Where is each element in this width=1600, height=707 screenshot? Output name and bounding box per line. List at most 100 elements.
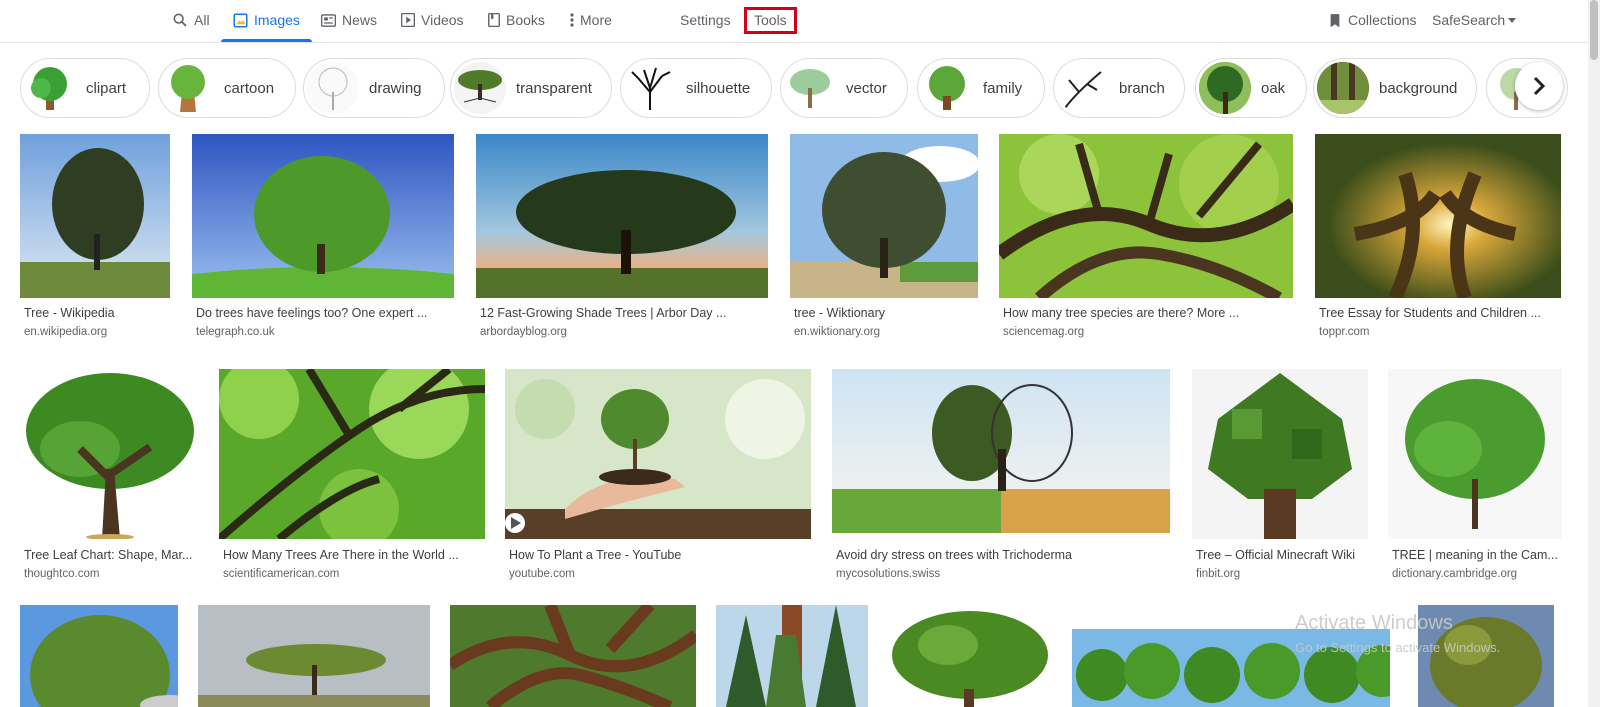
tools-link[interactable]: Tools [744, 0, 797, 40]
chip-label: oak [1261, 79, 1286, 97]
chip-oak[interactable]: oak [1195, 58, 1307, 118]
scrollbar-thumb[interactable] [1590, 0, 1598, 60]
activate-windows-subtitle: Go to Settings to activate Windows. [1295, 640, 1501, 655]
result-source: toppr.com [1319, 326, 1370, 338]
result-source: dictionary.cambridge.org [1392, 568, 1518, 580]
image-result[interactable] [198, 605, 430, 707]
chip-vector[interactable]: vector [780, 58, 908, 118]
result-source: mycosolutions.swiss [836, 568, 941, 580]
news-icon [321, 13, 336, 27]
result-thumbnail [450, 605, 696, 707]
chip-thumbnail [307, 62, 359, 114]
image-result[interactable] [888, 605, 1052, 707]
search-icon [173, 13, 187, 27]
collections-link[interactable]: Collections [1328, 0, 1416, 40]
result-thumbnail [832, 369, 1170, 533]
image-result[interactable]: How To Plant a Tree - YouTube youtube.co… [505, 369, 811, 583]
result-title: Tree - Wikipedia [24, 306, 115, 320]
safesearch-dropdown[interactable]: SafeSearch [1432, 0, 1517, 40]
chip-label: family [983, 79, 1023, 97]
result-thumbnail [888, 605, 1052, 707]
image-result[interactable]: 12 Fast-Growing Shade Trees | Arbor Day … [476, 134, 768, 344]
result-title: How To Plant a Tree - YouTube [509, 548, 682, 562]
chip-thumbnail [1317, 62, 1369, 114]
safesearch-label: SafeSearch [1432, 12, 1506, 28]
play-icon [401, 13, 415, 27]
chevron-right-icon [1533, 76, 1546, 96]
chip-thumbnail [454, 62, 506, 114]
result-thumbnail [790, 134, 978, 298]
chip-silhouette[interactable]: silhouette [620, 58, 772, 118]
tab-all[interactable]: All [172, 0, 210, 40]
result-title: Tree Leaf Chart: Shape, Mar... [24, 548, 193, 562]
tab-news[interactable]: News [321, 0, 377, 40]
tab-books-label: Books [506, 12, 545, 28]
result-source: finbit.org [1196, 568, 1241, 580]
chip-thumbnail [784, 62, 836, 114]
book-icon [488, 13, 500, 27]
chip-drawing[interactable]: drawing [303, 58, 445, 118]
result-title: TREE | meaning in the Cam... [1392, 548, 1558, 562]
result-source: sciencemag.org [1003, 326, 1085, 338]
settings-link[interactable]: Settings [680, 0, 731, 40]
result-thumbnail [20, 134, 170, 298]
image-result[interactable] [20, 605, 178, 707]
chip-branch[interactable]: branch [1053, 58, 1185, 118]
result-thumbnail [1192, 369, 1368, 539]
result-source: en.wikipedia.org [24, 326, 108, 338]
tab-news-label: News [342, 12, 378, 28]
result-source: telegraph.co.uk [196, 326, 275, 338]
tab-videos-label: Videos [421, 12, 464, 28]
chip-clipart[interactable]: clipart [20, 58, 150, 118]
active-tab-indicator [221, 39, 312, 42]
image-result[interactable]: Tree - Wikipedia en.wikipedia.org [20, 134, 170, 344]
result-thumbnail [198, 605, 430, 707]
image-result[interactable]: Do trees have feelings too? One expert .… [192, 134, 454, 344]
chip-transparent[interactable]: transparent [450, 58, 612, 118]
chip-thumbnail [162, 62, 214, 114]
caret-down-icon [1508, 17, 1517, 23]
tab-more-label: More [580, 12, 612, 28]
chips-next-button[interactable] [1515, 62, 1563, 110]
result-source: en.wiktionary.org [794, 326, 881, 338]
tab-more[interactable]: More [570, 0, 612, 40]
chip-cartoon[interactable]: cartoon [158, 58, 296, 118]
result-title: Avoid dry stress on trees with Trichoder… [836, 548, 1072, 562]
result-title: Tree Essay for Students and Children ... [1319, 306, 1541, 320]
chip-family[interactable]: family [917, 58, 1045, 118]
tab-books[interactable]: Books [488, 0, 545, 40]
result-thumbnail [716, 605, 868, 707]
image-result[interactable]: Tree Essay for Students and Children ...… [1315, 134, 1561, 344]
image-result[interactable]: TREE | meaning in the Cam... dictionary.… [1388, 369, 1562, 583]
result-title: tree - Wiktionary [794, 306, 885, 320]
result-thumbnail [999, 134, 1293, 298]
image-result[interactable]: How Many Trees Are There in the World ..… [219, 369, 485, 583]
related-searches-chips: clipart cartoon drawing transparent silh… [20, 58, 1580, 120]
chip-background[interactable]: background [1313, 58, 1477, 118]
tab-videos[interactable]: Videos [401, 0, 464, 40]
image-result[interactable]: tree - Wiktionary en.wiktionary.org [790, 134, 978, 344]
result-thumbnail [20, 605, 178, 707]
result-thumbnail [1388, 369, 1562, 539]
result-source: scientificamerican.com [223, 568, 340, 580]
image-result[interactable]: How many tree species are there? More ..… [999, 134, 1293, 344]
result-thumbnail [219, 369, 485, 539]
chip-label: drawing [369, 79, 422, 97]
collections-label: Collections [1348, 12, 1417, 28]
scrollbar-track[interactable] [1588, 0, 1600, 707]
result-title: Tree – Official Minecraft Wiki [1196, 548, 1356, 562]
chip-label: vector [846, 79, 887, 97]
tab-images[interactable]: Images [221, 0, 312, 42]
image-result[interactable] [716, 605, 868, 707]
image-result[interactable]: Tree Leaf Chart: Shape, Mar... thoughtco… [20, 369, 198, 583]
result-thumbnail [505, 369, 811, 539]
result-title: How many tree species are there? More ..… [1003, 306, 1240, 320]
result-source: thoughtco.com [24, 568, 100, 580]
tools-label: Tools [744, 6, 797, 34]
chip-label: transparent [516, 79, 592, 97]
image-result[interactable]: Avoid dry stress on trees with Trichoder… [832, 369, 1170, 583]
more-vert-icon [570, 13, 574, 27]
result-source: youtube.com [509, 568, 575, 580]
image-result[interactable] [450, 605, 696, 707]
image-result[interactable]: Tree – Official Minecraft Wiki finbit.or… [1192, 369, 1368, 583]
